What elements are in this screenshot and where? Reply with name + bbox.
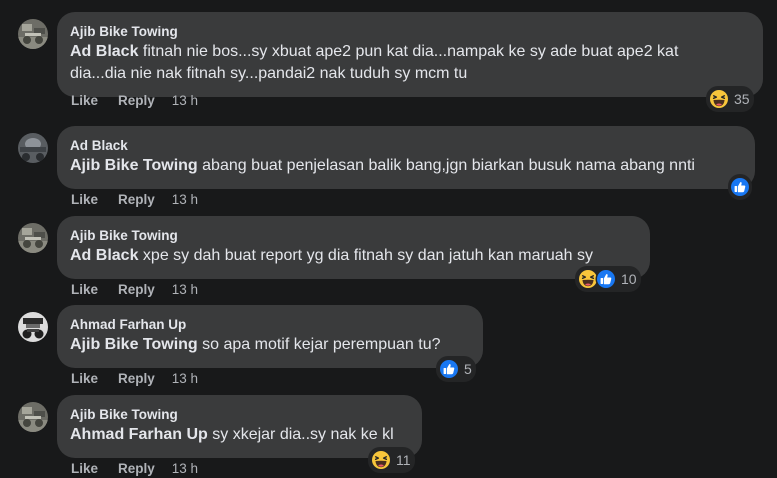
reaction-count: 11 — [396, 452, 411, 468]
mention-link[interactable]: Ad Black — [70, 247, 138, 264]
comment-actions: Like Reply 13 h — [71, 279, 198, 299]
avatar[interactable] — [18, 402, 48, 432]
reaction-count: 10 — [621, 271, 637, 287]
comment-body: Ajib Bike Towing so apa motif kejar pere… — [70, 334, 469, 356]
like-button[interactable]: Like — [71, 461, 98, 476]
comment-body: Ad Black fitnah nie bos...sy xbuat ape2 … — [70, 41, 749, 85]
comment-text: dia...dia nie nak fitnah sy...pandai2 na… — [70, 65, 468, 82]
reactions-summary[interactable]: 10 — [575, 266, 641, 292]
comment-thread: Ajib Bike Towing Ad Black fitnah nie bos… — [0, 0, 777, 478]
comment-actions: Like Reply 13 h — [71, 458, 198, 478]
comment-text: sy xkejar dia..sy nak ke kl — [207, 426, 394, 443]
comment-bubble: Ahmad Farhan Up Ajib Bike Towing so apa … — [57, 305, 483, 368]
like-button[interactable]: Like — [71, 371, 98, 386]
comment: Ajib Bike Towing Ad Black xpe sy dah bua… — [0, 216, 777, 306]
mention-link[interactable]: Ajib Bike Towing — [70, 157, 198, 174]
comment-bubble: Ad Black Ajib Bike Towing abang buat pen… — [57, 126, 755, 189]
comment-author[interactable]: Ad Black — [70, 137, 741, 154]
reactions-summary[interactable]: 35 — [706, 86, 754, 112]
reply-button[interactable]: Reply — [118, 371, 155, 386]
like-icon — [438, 358, 460, 380]
comment: Ajib Bike Towing Ahmad Farhan Up sy xkej… — [0, 395, 777, 478]
comment: Ahmad Farhan Up Ajib Bike Towing so apa … — [0, 305, 777, 395]
comment-actions: Like Reply 13 h — [71, 189, 198, 209]
comment: Ajib Bike Towing Ad Black fitnah nie bos… — [0, 12, 777, 112]
comment-bubble: Ajib Bike Towing Ad Black xpe sy dah bua… — [57, 216, 650, 279]
reactions-summary[interactable]: 11 — [368, 447, 415, 473]
timestamp[interactable]: 13 h — [172, 461, 198, 476]
like-button[interactable]: Like — [71, 282, 98, 297]
mention-link[interactable]: Ajib Bike Towing — [70, 336, 198, 353]
comment-body: Ad Black xpe sy dah buat report yg dia f… — [70, 245, 636, 267]
timestamp[interactable]: 13 h — [172, 371, 198, 386]
avatar[interactable] — [18, 312, 48, 342]
comment-text: abang buat penjelasan balik bang,jgn bia… — [197, 157, 695, 174]
comment-body: Ajib Bike Towing abang buat penjelasan b… — [70, 155, 741, 177]
like-icon — [729, 176, 751, 198]
haha-icon — [708, 88, 730, 110]
reply-button[interactable]: Reply — [118, 93, 155, 108]
reaction-count: 35 — [734, 91, 750, 107]
avatar[interactable] — [18, 19, 48, 49]
avatar[interactable] — [18, 133, 48, 163]
like-button[interactable]: Like — [71, 93, 98, 108]
comment-bubble: Ajib Bike Towing Ahmad Farhan Up sy xkej… — [57, 395, 422, 458]
comment-actions: Like Reply 13 h — [71, 368, 198, 388]
reply-button[interactable]: Reply — [118, 461, 155, 476]
avatar[interactable] — [18, 223, 48, 253]
mention-link[interactable]: Ad Black — [70, 43, 138, 60]
comment-text: so apa motif kejar perempuan tu? — [197, 336, 441, 353]
comment-author[interactable]: Ahmad Farhan Up — [70, 316, 469, 333]
like-button[interactable]: Like — [71, 192, 98, 207]
haha-icon — [370, 449, 392, 471]
mention-link[interactable]: Ahmad Farhan Up — [70, 426, 208, 443]
comment-author[interactable]: Ajib Bike Towing — [70, 406, 408, 423]
reactions-summary[interactable]: 5 — [436, 356, 476, 382]
reactions-summary[interactable] — [728, 174, 752, 200]
comment-author[interactable]: Ajib Bike Towing — [70, 227, 636, 244]
comment-body: Ahmad Farhan Up sy xkejar dia..sy nak ke… — [70, 424, 408, 446]
timestamp[interactable]: 13 h — [172, 192, 198, 207]
comment: Ad Black Ajib Bike Towing abang buat pen… — [0, 126, 777, 216]
reply-button[interactable]: Reply — [118, 192, 155, 207]
comment-text: xpe sy dah buat report yg dia fitnah sy … — [138, 247, 593, 264]
reply-button[interactable]: Reply — [118, 282, 155, 297]
timestamp[interactable]: 13 h — [172, 93, 198, 108]
reaction-count: 5 — [464, 361, 472, 377]
like-icon — [595, 268, 617, 290]
comment-bubble: Ajib Bike Towing Ad Black fitnah nie bos… — [57, 12, 763, 97]
comment-actions: Like Reply 13 h — [71, 90, 198, 110]
comment-text: fitnah nie bos...sy xbuat ape2 pun kat d… — [138, 43, 679, 60]
comment-author[interactable]: Ajib Bike Towing — [70, 23, 749, 40]
timestamp[interactable]: 13 h — [172, 282, 198, 297]
